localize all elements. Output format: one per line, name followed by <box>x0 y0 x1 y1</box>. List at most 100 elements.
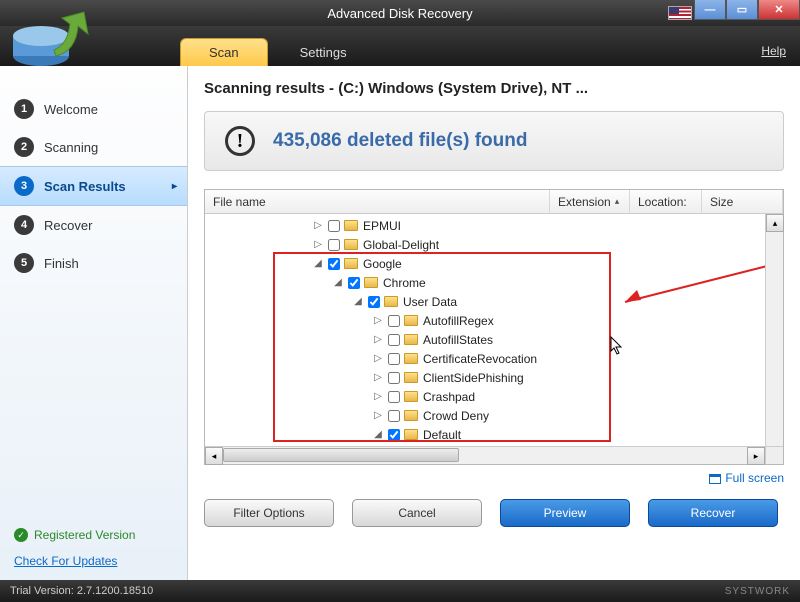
result-banner: ! 435,086 deleted file(s) found <box>204 111 784 171</box>
tree-checkbox[interactable] <box>388 353 400 365</box>
folder-icon <box>344 239 358 250</box>
tree-row[interactable]: ▷ Crowd Deny <box>205 406 783 425</box>
info-icon: ! <box>225 126 255 156</box>
step-label: Scan Results <box>44 179 126 194</box>
help-link[interactable]: Help <box>761 44 786 58</box>
scroll-right-button[interactable]: ▸ <box>747 447 765 465</box>
tree-row[interactable]: ◢ Google <box>205 254 783 273</box>
tree-item-label: Crashpad <box>423 390 475 404</box>
app-logo-icon <box>6 6 96 76</box>
folder-icon <box>404 372 418 383</box>
table-header: File name Extension Location: Size <box>205 190 783 214</box>
step-recover[interactable]: 4Recover <box>0 206 187 244</box>
folder-icon <box>404 315 418 326</box>
button-row: Filter Options Cancel Preview Recover <box>204 499 784 527</box>
tree-checkbox[interactable] <box>388 334 400 346</box>
column-size[interactable]: Size <box>702 190 783 213</box>
tree-checkbox[interactable] <box>348 277 360 289</box>
folder-icon <box>404 410 418 421</box>
horizontal-scrollbar[interactable]: ◂ ▸ <box>205 446 765 464</box>
tree-item-label: CertificateRevocation <box>423 352 537 366</box>
expander-icon[interactable]: ▷ <box>373 334 383 345</box>
expander-icon[interactable]: ▷ <box>373 391 383 402</box>
tab-scan[interactable]: Scan <box>180 38 268 66</box>
tree-checkbox[interactable] <box>388 315 400 327</box>
tree-checkbox[interactable] <box>388 429 400 441</box>
tree-row[interactable]: ◢Default <box>205 425 783 444</box>
tree-item-label: AutofillRegex <box>423 314 494 328</box>
step-scanning[interactable]: 2Scanning <box>0 128 187 166</box>
cancel-button[interactable]: Cancel <box>352 499 482 527</box>
tree-row[interactable]: ▷ Global-Delight <box>205 235 783 254</box>
tree-item-label: Google <box>363 257 402 271</box>
tree-checkbox[interactable] <box>388 410 400 422</box>
folder-icon <box>404 429 418 440</box>
expander-icon[interactable]: ◢ <box>353 296 363 307</box>
window-controls: — ▭ ✕ <box>694 0 800 20</box>
expander-icon[interactable]: ◢ <box>373 429 383 440</box>
tree-row[interactable]: ▷ CertificateRevocation <box>205 349 783 368</box>
tree-item-label: Crowd Deny <box>423 409 489 423</box>
expander-icon[interactable]: ▷ <box>373 372 383 383</box>
scroll-corner <box>765 446 783 464</box>
vertical-scrollbar[interactable]: ▴ <box>765 214 783 446</box>
column-filename[interactable]: File name <box>205 190 550 213</box>
tree-item-label: Chrome <box>383 276 426 290</box>
result-count-text: 435,086 deleted file(s) found <box>273 130 527 152</box>
filter-options-button[interactable]: Filter Options <box>204 499 334 527</box>
expander-icon[interactable]: ▷ <box>373 410 383 421</box>
tree-row[interactable]: ▷ AutofillRegex <box>205 311 783 330</box>
tree-checkbox[interactable] <box>328 239 340 251</box>
column-extension[interactable]: Extension <box>550 190 630 213</box>
expander-icon[interactable]: ▷ <box>373 353 383 364</box>
maximize-button[interactable]: ▭ <box>726 0 758 20</box>
fullscreen-icon <box>709 474 721 484</box>
expander-icon[interactable]: ◢ <box>313 258 323 269</box>
tree-checkbox[interactable] <box>328 258 340 270</box>
folder-icon <box>404 391 418 402</box>
tree-item-label: Global-Delight <box>363 238 439 252</box>
fullscreen-link[interactable]: Full screen <box>709 471 784 485</box>
step-welcome[interactable]: 1Welcome <box>0 90 187 128</box>
tree-checkbox[interactable] <box>388 372 400 384</box>
check-updates-link[interactable]: Check For Updates <box>14 554 117 568</box>
expander-icon[interactable]: ▷ <box>373 315 383 326</box>
column-location[interactable]: Location: <box>630 190 702 213</box>
scroll-thumb[interactable] <box>223 448 459 462</box>
step-scan-results[interactable]: 3Scan Results <box>0 166 187 206</box>
step-label: Finish <box>44 256 79 271</box>
tab-settings[interactable]: Settings <box>272 39 375 66</box>
tree-checkbox[interactable] <box>328 220 340 232</box>
step-finish[interactable]: 5Finish <box>0 244 187 282</box>
tree-row[interactable]: ▷ Crashpad <box>205 387 783 406</box>
tree-row[interactable]: ▷EPMUI <box>205 216 783 235</box>
tree-row[interactable]: ◢ Chrome <box>205 273 783 292</box>
preview-button[interactable]: Preview <box>500 499 630 527</box>
tree-row[interactable]: ▷ AutofillStates <box>205 330 783 349</box>
scroll-track[interactable] <box>223 447 747 464</box>
tree-row[interactable]: ▷ClientSidePhishing <box>205 368 783 387</box>
folder-icon <box>384 296 398 307</box>
expander-icon[interactable]: ▷ <box>313 220 323 231</box>
folder-icon <box>404 334 418 345</box>
tree-row[interactable]: ◢User Data <box>205 292 783 311</box>
fullscreen-row: Full screen <box>204 471 784 485</box>
tree-checkbox[interactable] <box>368 296 380 308</box>
language-flag-icon[interactable] <box>668 6 692 20</box>
step-label: Scanning <box>44 140 98 155</box>
minimize-button[interactable]: — <box>694 0 726 20</box>
tree-checkbox[interactable] <box>388 391 400 403</box>
expander-icon[interactable]: ◢ <box>333 277 343 288</box>
version-label: Trial Version: 2.7.1200.18510 <box>10 585 153 597</box>
expander-icon[interactable]: ▷ <box>313 239 323 250</box>
status-bar: Trial Version: 2.7.1200.18510 SYSTWORK <box>0 580 800 602</box>
scroll-left-button[interactable]: ◂ <box>205 447 223 465</box>
registered-version-label: ✓ Registered Version <box>14 528 173 542</box>
recover-button[interactable]: Recover <box>648 499 778 527</box>
table-body: ▷EPMUI▷Global-Delight◢Google◢Chrome◢User… <box>205 214 783 444</box>
close-button[interactable]: ✕ <box>758 0 800 20</box>
tree-item-label: AutofillStates <box>423 333 493 347</box>
check-icon: ✓ <box>14 528 28 542</box>
scroll-up-button[interactable]: ▴ <box>766 214 784 232</box>
folder-icon <box>344 220 358 231</box>
